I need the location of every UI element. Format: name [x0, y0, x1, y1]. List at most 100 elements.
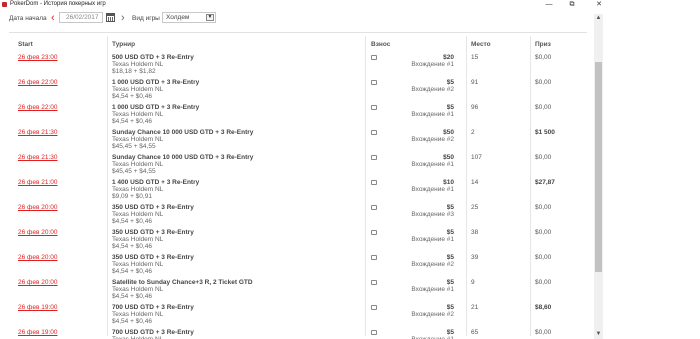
- table-row[interactable]: 26 фев 22:00 1 000 USD GTD + 3 Re-Entry Te…: [0, 77, 600, 102]
- start-time-link[interactable]: 26 фев 21:30: [18, 154, 58, 161]
- buyin-amount: $5: [446, 254, 454, 261]
- table-row[interactable]: 26 фев 20:00 Satellite to Sunday Chance+3…: [0, 277, 600, 302]
- next-date-button[interactable]: ›: [121, 12, 125, 24]
- prize-amount: $0,00: [535, 254, 552, 261]
- finish-place: 2: [471, 129, 475, 136]
- prize-amount: $0,00: [535, 204, 552, 211]
- prev-date-button[interactable]: ‹: [51, 12, 55, 24]
- ticket-icon: [371, 155, 377, 160]
- buyin-amount: $20: [443, 54, 454, 61]
- entry-number: Вхождение #1: [411, 286, 454, 293]
- title-bar: PokerDom - История покерных игр — ⧉ ✕: [0, 0, 700, 10]
- buyin-breakdown: $4,54 + $0,46: [112, 268, 152, 275]
- column-header-place[interactable]: Место: [471, 41, 491, 48]
- buyin-breakdown: $4,54 + $0,46: [112, 318, 152, 325]
- game-type: Texas Holdem NL: [112, 136, 164, 143]
- buyin-amount: $10: [443, 179, 454, 186]
- game-type: Texas Holdem NL: [112, 111, 164, 118]
- game-type: Texas Holdem NL: [112, 286, 164, 293]
- buyin-breakdown: $4,54 + $0,46: [112, 293, 152, 300]
- game-type: Texas Holdem NL: [112, 211, 164, 218]
- start-time-link[interactable]: 26 фев 20:00: [18, 229, 58, 236]
- game-type: Texas Holdem NL: [112, 236, 164, 243]
- start-time-link[interactable]: 26 фев 20:00: [18, 279, 58, 286]
- column-header-tournament[interactable]: Турнир: [112, 41, 135, 48]
- scrollbar-thumb[interactable]: [595, 62, 602, 272]
- tournament-name: 700 USD GTD + 3 Re-Entry: [112, 304, 194, 311]
- start-time-link[interactable]: 26 фев 20:00: [18, 254, 58, 261]
- ticket-icon: [371, 105, 377, 110]
- start-time-link[interactable]: 26 фев 20:00: [18, 204, 58, 211]
- game-type: Texas Holdem NL: [112, 261, 164, 268]
- buyin-amount: $50: [443, 154, 454, 161]
- finish-place: 25: [471, 204, 479, 211]
- buyin-amount: $5: [446, 304, 454, 311]
- finish-place: 91: [471, 79, 479, 86]
- game-type-select[interactable]: Холдем ▼: [162, 12, 216, 23]
- finish-place: 39: [471, 254, 479, 261]
- table-row[interactable]: 26 фев 21:00 1 400 USD GTD + 3 Re-Entry Te…: [0, 177, 600, 202]
- column-header-start[interactable]: Start: [18, 41, 33, 48]
- ticket-icon: [371, 80, 377, 85]
- scroll-down-icon[interactable]: ▼: [594, 330, 603, 339]
- buyin-amount: $5: [446, 204, 454, 211]
- buyin-amount: $5: [446, 229, 454, 236]
- ticket-icon: [371, 130, 377, 135]
- chevron-down-icon[interactable]: ▼: [206, 14, 214, 21]
- table-row[interactable]: 26 фев 20:00 350 USD GTD + 3 Re-Entry Texa…: [0, 252, 600, 277]
- tournament-name: 350 USD GTD + 3 Re-Entry: [112, 204, 194, 211]
- tournament-name: Sunday Chance 10 000 USD GTD + 3 Re-Entr…: [112, 129, 254, 136]
- entry-number: Вхождение #3: [411, 211, 454, 218]
- table-row[interactable]: 26 фев 20:00 350 USD GTD + 3 Re-Entry Texa…: [0, 227, 600, 252]
- maximize-button[interactable]: ⧉: [565, 0, 579, 10]
- start-time-link[interactable]: 26 фев 21:30: [18, 129, 58, 136]
- start-time-link[interactable]: 26 фев 22:00: [18, 79, 58, 86]
- finish-place: 65: [471, 329, 479, 336]
- table-row[interactable]: 26 фев 21:30 Sunday Chance 10 000 USD GTD…: [0, 127, 600, 152]
- buyin-amount: $50: [443, 129, 454, 136]
- date-field[interactable]: 26/02/2017: [59, 12, 103, 23]
- finish-place: 107: [471, 154, 482, 161]
- prize-amount: $0,00: [535, 229, 552, 236]
- scrollbar[interactable]: ▲ ▼: [594, 14, 603, 339]
- ticket-icon: [371, 205, 377, 210]
- tournament-name: 700 USD GTD + 3 Re-Entry: [112, 329, 194, 336]
- tournament-name: 500 USD GTD + 3 Re-Entry: [112, 54, 194, 61]
- buyin-breakdown: $18,18 + $1,82: [112, 68, 156, 75]
- tournament-name: 1 000 USD GTD + 3 Re-Entry: [112, 79, 200, 86]
- game-type: Texas Holdem NL: [112, 61, 164, 68]
- start-time-link[interactable]: 26 фев 19:00: [18, 329, 58, 336]
- tournament-name: 1 400 USD GTD + 3 Re-Entry: [112, 179, 200, 186]
- tournament-name: 350 USD GTD + 3 Re-Entry: [112, 254, 194, 261]
- ticket-icon: [371, 55, 377, 60]
- table-row[interactable]: 26 фев 22:00 1 000 USD GTD + 3 Re-Entry Te…: [0, 102, 600, 127]
- entry-number: Вхождение #2: [411, 261, 454, 268]
- table-header: Start Турнир Взнос Место Приз: [0, 41, 600, 51]
- prize-amount: $1 500: [535, 129, 555, 136]
- start-time-link[interactable]: 26 фев 19:00: [18, 304, 58, 311]
- close-button[interactable]: ✕: [592, 0, 606, 10]
- prize-amount: $0,00: [535, 279, 552, 286]
- minimize-button[interactable]: —: [542, 0, 556, 10]
- ticket-icon: [371, 230, 377, 235]
- calendar-icon[interactable]: [106, 13, 115, 22]
- ticket-icon: [371, 330, 377, 335]
- table-row[interactable]: 26 фев 20:00 350 USD GTD + 3 Re-Entry Texa…: [0, 202, 600, 227]
- table-row[interactable]: 26 фев 21:30 Sunday Chance 10 000 USD GTD…: [0, 152, 600, 177]
- start-time-link[interactable]: 26 фев 21:00: [18, 179, 58, 186]
- entry-number: Вхождение #1: [411, 111, 454, 118]
- start-time-link[interactable]: 26 фев 22:00: [18, 104, 58, 111]
- scroll-up-icon[interactable]: ▲: [594, 14, 603, 23]
- game-type: Texas Holdem NL: [112, 311, 164, 318]
- tournament-name: 1 000 USD GTD + 3 Re-Entry: [112, 104, 200, 111]
- table-row[interactable]: 26 фев 23:00 500 USD GTD + 3 Re-Entry Texa…: [0, 52, 600, 77]
- column-header-buyin[interactable]: Взнос: [371, 41, 390, 48]
- table-row[interactable]: 26 фев 19:00 700 USD GTD + 3 Re-EntryTexa…: [0, 302, 600, 327]
- column-header-prize[interactable]: Приз: [535, 41, 551, 48]
- start-time-link[interactable]: 26 фев 23:00: [18, 54, 58, 61]
- table-row[interactable]: 26 фев 19:00700 USD GTD + 3 Re-EntryTexa…: [0, 327, 600, 339]
- buyin-amount: $5: [446, 104, 454, 111]
- game-type: Texas Holdem NL: [112, 161, 164, 168]
- finish-place: 14: [471, 179, 479, 186]
- game-type-label: Вид игры: [132, 15, 160, 22]
